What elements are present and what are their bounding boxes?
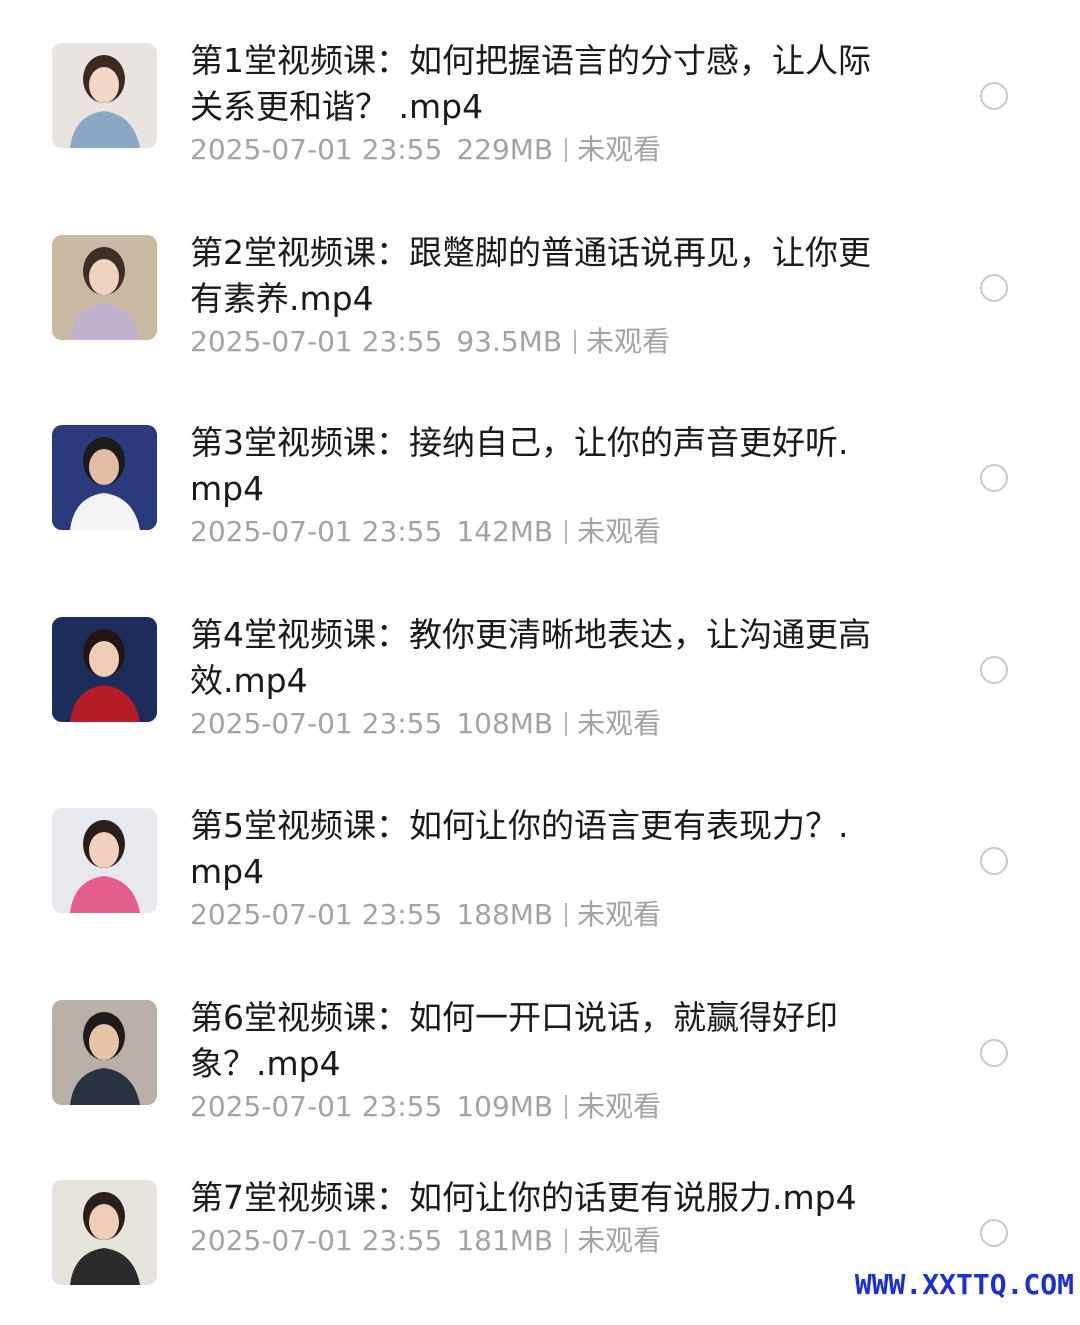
file-date: 2025-07-01 23:55 bbox=[190, 1224, 443, 1257]
select-radio[interactable] bbox=[980, 1039, 1008, 1067]
meta-divider bbox=[565, 903, 568, 927]
video-thumbnail bbox=[52, 43, 157, 148]
watch-status: 未观看 bbox=[577, 133, 662, 166]
meta-divider bbox=[565, 712, 568, 736]
file-title: 第1堂视频课：如何把握语言的分寸感，让人际关系更和谐？ .mp4 bbox=[190, 41, 871, 126]
list-item[interactable]: 第1堂视频课：如何把握语言的分寸感，让人际关系更和谐？ .mp4 2025-07-… bbox=[0, 38, 1080, 188]
file-date: 2025-07-01 23:55 bbox=[190, 898, 443, 931]
select-radio[interactable] bbox=[980, 274, 1008, 302]
meta-divider bbox=[565, 138, 568, 162]
video-thumbnail bbox=[52, 1180, 157, 1285]
file-size: 93.5MB bbox=[456, 325, 563, 358]
watermark: WWW.XXTTQ.COM bbox=[854, 1268, 1074, 1301]
watch-status: 未观看 bbox=[586, 325, 671, 358]
file-title: 第4堂视频课：教你更清晰地表达，让沟通更高效.mp4 bbox=[190, 615, 871, 700]
watch-status: 未观看 bbox=[577, 898, 662, 931]
video-thumbnail bbox=[52, 425, 157, 530]
meta-divider bbox=[565, 1095, 568, 1119]
file-size: 188MB bbox=[456, 898, 554, 931]
file-size: 142MB bbox=[456, 515, 554, 548]
select-radio[interactable] bbox=[980, 1219, 1008, 1247]
watch-status: 未观看 bbox=[577, 1090, 662, 1123]
file-meta: 2025-07-01 23:55 188MB 未观看 bbox=[190, 895, 880, 935]
file-info: 第6堂视频课：如何一开口说话，就赢得好印象？.mp4 2025-07-01 23:… bbox=[190, 995, 880, 1127]
file-info: 第5堂视频课：如何让你的语言更有表现力？.mp4 2025-07-01 23:55… bbox=[190, 803, 880, 935]
file-date: 2025-07-01 23:55 bbox=[190, 1090, 443, 1123]
video-thumbnail bbox=[52, 1000, 157, 1105]
file-size: 109MB bbox=[456, 1090, 554, 1123]
file-size: 108MB bbox=[456, 707, 554, 740]
file-date: 2025-07-01 23:55 bbox=[190, 325, 443, 358]
file-info: 第4堂视频课：教你更清晰地表达，让沟通更高效.mp4 2025-07-01 23:… bbox=[190, 612, 880, 744]
select-radio[interactable] bbox=[980, 464, 1008, 492]
file-date: 2025-07-01 23:55 bbox=[190, 707, 443, 740]
file-title: 第2堂视频课：跟蹩脚的普通话说再见，让你更有素养.mp4 bbox=[190, 233, 871, 318]
select-radio[interactable] bbox=[980, 656, 1008, 684]
meta-divider bbox=[574, 330, 577, 354]
file-meta: 2025-07-01 23:55 181MB 未观看 bbox=[190, 1221, 880, 1261]
file-meta: 2025-07-01 23:55 93.5MB 未观看 bbox=[190, 322, 880, 362]
watch-status: 未观看 bbox=[577, 707, 662, 740]
file-title: 第3堂视频课：接纳自己，让你的声音更好听.mp4 bbox=[190, 423, 849, 508]
list-item[interactable]: 第2堂视频课：跟蹩脚的普通话说再见，让你更有素养.mp4 2025-07-01 2… bbox=[0, 230, 1080, 380]
file-size: 229MB bbox=[456, 133, 554, 166]
file-meta: 2025-07-01 23:55 142MB 未观看 bbox=[190, 512, 880, 552]
watch-status: 未观看 bbox=[577, 515, 662, 548]
file-size: 181MB bbox=[456, 1224, 554, 1257]
list-item[interactable]: 第4堂视频课：教你更清晰地表达，让沟通更高效.mp4 2025-07-01 23:… bbox=[0, 612, 1080, 762]
file-meta: 2025-07-01 23:55 108MB 未观看 bbox=[190, 704, 880, 744]
video-thumbnail bbox=[52, 617, 157, 722]
list-item[interactable]: 第7堂视频课：如何让你的话更有说服力.mp4 2025-07-01 23:55 18… bbox=[0, 1175, 1080, 1325]
video-thumbnail bbox=[52, 235, 157, 340]
watch-status: 未观看 bbox=[577, 1224, 662, 1257]
meta-divider bbox=[565, 520, 568, 544]
video-thumbnail bbox=[52, 808, 157, 913]
select-radio[interactable] bbox=[980, 847, 1008, 875]
file-title: 第5堂视频课：如何让你的语言更有表现力？.mp4 bbox=[190, 806, 849, 891]
file-title: 第7堂视频课：如何让你的话更有说服力.mp4 bbox=[190, 1178, 857, 1217]
list-item[interactable]: 第5堂视频课：如何让你的语言更有表现力？.mp4 2025-07-01 23:55… bbox=[0, 803, 1080, 953]
file-meta: 2025-07-01 23:55 229MB 未观看 bbox=[190, 130, 880, 170]
file-info: 第7堂视频课：如何让你的话更有说服力.mp4 2025-07-01 23:55 18… bbox=[190, 1175, 880, 1261]
file-info: 第2堂视频课：跟蹩脚的普通话说再见，让你更有素养.mp4 2025-07-01 2… bbox=[190, 230, 880, 362]
list-item[interactable]: 第3堂视频课：接纳自己，让你的声音更好听.mp4 2025-07-01 23:55… bbox=[0, 420, 1080, 570]
meta-divider bbox=[565, 1229, 568, 1253]
file-info: 第1堂视频课：如何把握语言的分寸感，让人际关系更和谐？ .mp4 2025-07-… bbox=[190, 38, 880, 170]
file-date: 2025-07-01 23:55 bbox=[190, 133, 443, 166]
file-info: 第3堂视频课：接纳自己，让你的声音更好听.mp4 2025-07-01 23:55… bbox=[190, 420, 880, 552]
list-item[interactable]: 第6堂视频课：如何一开口说话，就赢得好印象？.mp4 2025-07-01 23:… bbox=[0, 995, 1080, 1145]
select-radio[interactable] bbox=[980, 82, 1008, 110]
file-date: 2025-07-01 23:55 bbox=[190, 515, 443, 548]
file-title: 第6堂视频课：如何一开口说话，就赢得好印象？.mp4 bbox=[190, 998, 838, 1083]
file-meta: 2025-07-01 23:55 109MB 未观看 bbox=[190, 1087, 880, 1127]
